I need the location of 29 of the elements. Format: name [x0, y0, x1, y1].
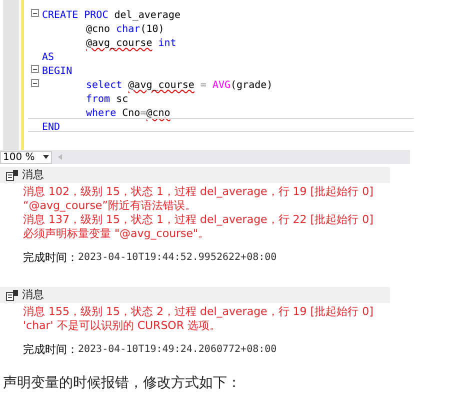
code-line: END — [42, 122, 60, 133]
code-line: @avg_course int — [86, 38, 176, 49]
completion-time: 2023-04-10T19:49:24.2060772+08:00 — [78, 343, 277, 357]
caption: 声明变量的时候报错，修改方式如下： — [2, 374, 242, 393]
code-line: select @avg_course = AVG(grade) — [86, 80, 273, 91]
messages-tab[interactable]: 消息 — [22, 286, 44, 304]
error-message: 消息 102，级别 15，状态 1，过程 del_average，行 19 [批起始行 0] — [23, 185, 374, 199]
completion-time: 2023-04-10T19:44:52.9952622+08:00 — [78, 251, 277, 265]
code-line: where Cno=@cno — [86, 108, 170, 119]
message-icon — [6, 290, 18, 300]
message-icon — [6, 170, 18, 180]
collapse-icon[interactable] — [31, 65, 39, 73]
error-message: “@avg_course”附近有语法错误。 — [23, 199, 197, 213]
zoom-dropdown[interactable]: 100 % — [0, 150, 52, 164]
code-line: from sc — [86, 94, 128, 105]
error-message: 必须声明标量变量 "@avg_course"。 — [23, 227, 210, 241]
code-line: BEGIN — [42, 66, 72, 77]
code-line: AS — [42, 52, 54, 63]
completion-label: 完成时间： — [23, 343, 78, 357]
code-line: CREATE PROC del_average — [42, 10, 180, 21]
error-message: 消息 155，级别 15，状态 2，过程 del_average，行 19 [批起始行 0] — [23, 305, 374, 319]
caret-icon — [43, 155, 49, 159]
code-line: @cno char(10) — [86, 24, 164, 35]
completion-label: 完成时间： — [23, 251, 78, 265]
collapse-icon[interactable] — [31, 9, 39, 17]
error-message: 消息 137，级别 15，状态 1，过程 del_average，行 22 [批起始行 0] — [23, 213, 374, 227]
collapse-icon[interactable] — [31, 79, 39, 87]
messages-tab[interactable]: 消息 — [22, 166, 44, 184]
error-message: 'char' 不是可以识别的 CURSOR 选项。 — [23, 319, 222, 333]
